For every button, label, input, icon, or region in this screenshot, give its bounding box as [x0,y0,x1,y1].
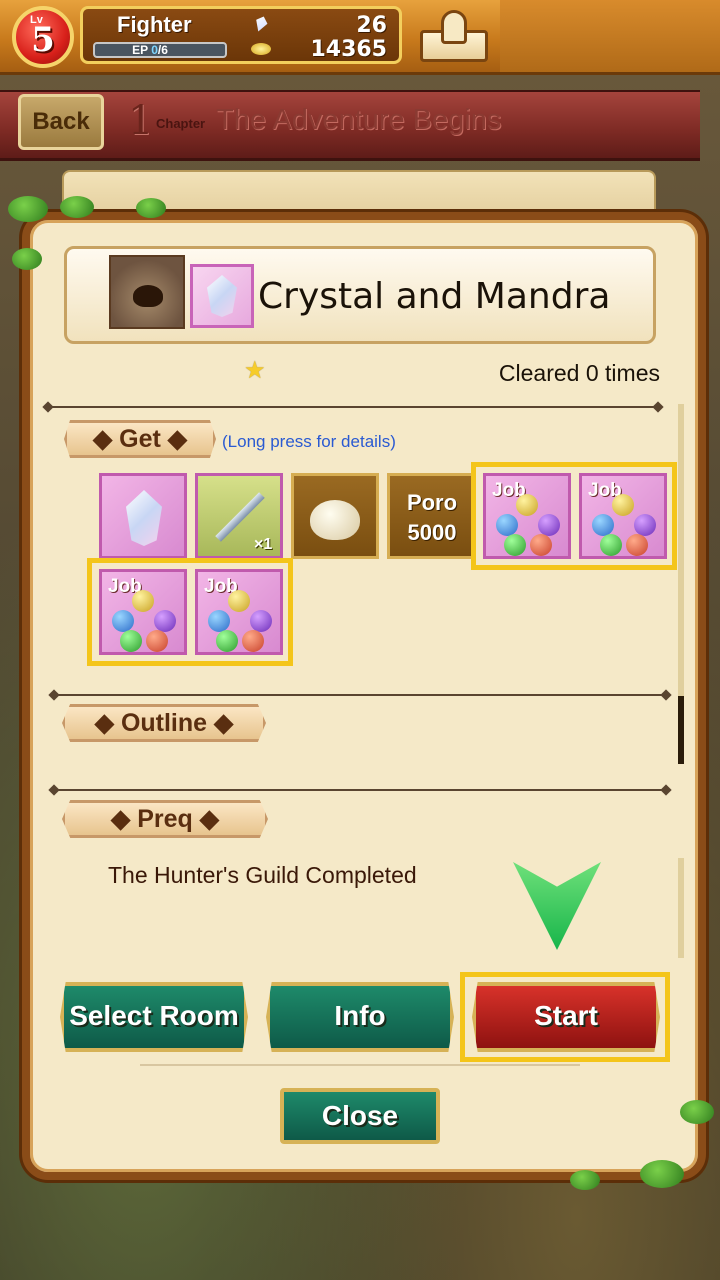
reward-qty: ×1 [254,536,273,553]
scrollbar-track[interactable] [678,858,684,958]
guild-book-button[interactable] [414,6,494,66]
get-section-tag: ◆ Get ◆ [64,420,216,458]
poro-amount: 5000 [407,520,457,545]
scrollbar-thumb[interactable] [678,696,684,764]
level-number: 5 [31,20,55,60]
leaf-icon [12,248,42,270]
level-badge: Lv 5 [12,6,74,68]
reward-highlight [87,558,293,666]
ep-bar: EP 0/6 [93,42,227,58]
divider [48,406,660,408]
gem-icon [253,14,270,33]
back-button[interactable]: Back [18,94,104,150]
ep-max: /6 [157,43,168,57]
coin-icon [251,43,271,55]
info-button[interactable]: Info [266,982,454,1052]
leaf-icon [8,196,48,222]
start-button[interactable]: Start [472,982,660,1052]
leaf-icon [680,1100,714,1124]
ep-current: 0 [151,43,158,57]
leaf-icon [570,1170,600,1190]
divider [54,694,666,696]
crystal-icon [126,490,162,546]
reward-crystal[interactable] [99,473,187,559]
get-section-label: ◆ Get ◆ [92,425,188,453]
crystal-icon [190,264,254,328]
prereq-section-tag: ◆ Preq ◆ [62,800,268,838]
close-button[interactable]: Close [280,1088,440,1144]
leaf-icon [136,198,166,218]
cleared-count: Cleared 0 times [498,360,660,386]
divider [54,789,666,791]
prereq-section-label: ◆ Preq ◆ [111,805,219,833]
ep-label: EP [132,43,148,57]
outline-section-label: ◆ Outline ◆ [94,709,234,737]
reward-sword[interactable]: ×1 [195,473,283,559]
mandra-icon [109,255,185,329]
mandra-face [133,285,163,307]
reward-highlight [471,462,677,570]
status-bar-right [500,0,720,72]
sword-icon [215,492,265,542]
poro-label: Poro [406,490,458,515]
select-room-button[interactable]: Select Room [60,982,248,1052]
quest-title: Crystal and Mandra [258,276,611,317]
divider [140,1064,580,1066]
outline-section-tag: ◆ Outline ◆ [62,704,266,742]
keyhole-icon [441,10,467,44]
leaf-icon [60,196,94,218]
bag-icon [310,500,360,540]
chapter-word: Chapter [156,116,206,131]
ep-text: EP 0/6 [95,43,205,57]
job-name: Fighter [117,12,192,37]
gem-count: 26 [356,13,387,38]
poro-count: 14365 [310,37,387,62]
reward-bag[interactable] [291,473,379,559]
chapter-number: 1 [128,98,154,144]
prereq-text: The Hunter's Guild Completed [108,862,417,888]
player-status-panel: Fighter EP 0/6 26 14365 [80,6,402,64]
long-press-hint: (Long press for details) [222,432,396,451]
chapter-title: The Adventure Begins [216,104,502,136]
difficulty-star-icon: ★ [244,357,266,384]
reward-poro[interactable]: Poro 5000 [387,473,475,559]
leaf-icon [640,1160,684,1188]
crystal-gem [207,275,237,317]
